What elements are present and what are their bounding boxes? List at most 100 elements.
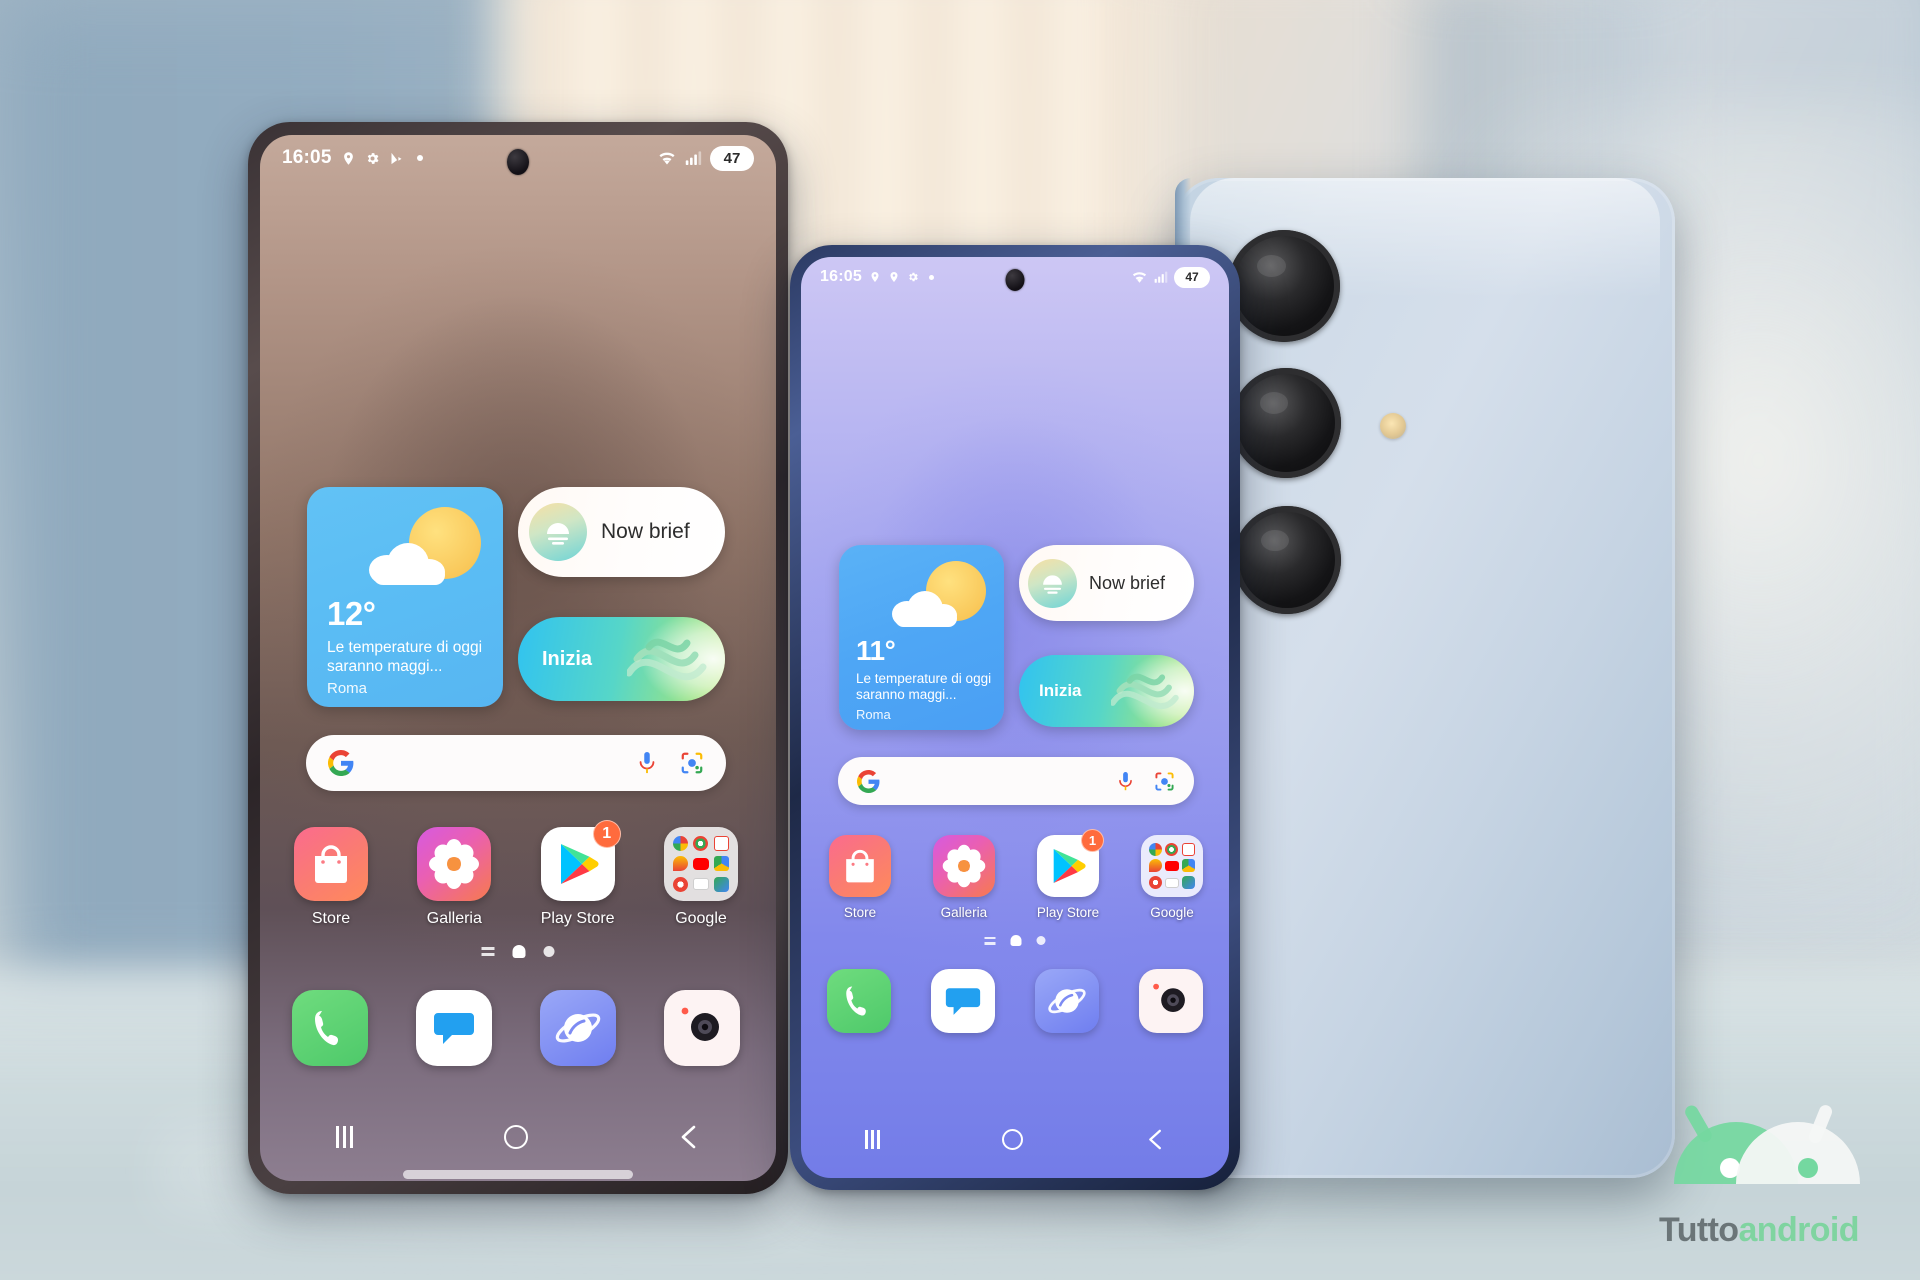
android-bugdroid-icon [1674,1105,1860,1184]
weather-cloud-icon [892,591,962,627]
camera-lens-2 [1231,368,1341,478]
app-label: Google [675,910,727,927]
back-icon[interactable] [1146,1128,1165,1151]
weather-widget[interactable]: 12° Le temperature di oggi saranno maggi… [307,487,503,707]
phone-icon[interactable] [292,990,368,1066]
app-store[interactable]: Store [829,835,891,920]
page-indicator-dot-glyph[interactable] [1036,936,1046,945]
weather-widget[interactable]: 11° Le temperature di oggi saranno maggi… [839,545,1004,730]
status-bar-left-group: 16:05 [820,268,934,286]
messages-icon[interactable] [416,990,492,1066]
inizia-widget[interactable]: Inizia [518,617,725,701]
google-folder-icon[interactable] [663,827,738,901]
recents-icon[interactable] [865,1129,880,1149]
microphone-icon[interactable] [636,751,658,775]
now-brief-widget[interactable]: Now brief [1019,545,1194,621]
phone-rear-view[interactable] [1175,178,1675,1178]
watermark: Tuttoandroid [1634,1064,1884,1254]
folder-app-google-icon [1148,842,1162,856]
app-play-store[interactable]: 1 Play Store [1036,829,1104,920]
weather-city: Roma [856,707,891,722]
app-google-folder[interactable]: Google [1141,835,1203,920]
wave-rings-icon [627,617,725,701]
weather-description: Le temperature di oggi saranno maggi... [856,671,992,703]
google-g-icon [328,750,354,776]
google-lens-icon[interactable] [1154,771,1175,792]
weather-temperature: 12° [327,595,376,632]
recents-icon[interactable] [336,1126,353,1148]
folder-app-drive-icon [713,856,729,872]
folder-app-gmail-icon [713,836,729,852]
app-label: Galleria [940,905,988,920]
home-icon[interactable] [1002,1128,1024,1150]
inizia-widget[interactable]: Inizia [1019,655,1194,727]
phone-icon[interactable] [827,969,891,1033]
samsung-internet-icon[interactable] [1035,969,1099,1033]
sunrise-icon [529,503,587,561]
gesture-handle[interactable] [403,1170,633,1179]
app-store[interactable]: Store [294,827,368,928]
samsung-store-icon[interactable] [829,835,891,897]
weather-cloud-icon [369,543,451,585]
folder-app-maps-icon [673,856,689,872]
inizia-label: Inizia [1039,681,1082,700]
now-brief-label: Now brief [601,520,690,543]
google-lens-icon[interactable] [680,751,704,775]
gallery-flower-icon[interactable] [932,835,995,897]
play-store-icon[interactable]: 1 [1036,829,1104,897]
home-icon[interactable] [503,1125,528,1149]
dot-icon [416,155,423,161]
messages-icon[interactable] [931,969,995,1033]
folder-app-gmail-icon [1182,842,1196,856]
page-indicator-lines-glyph[interactable] [481,947,495,956]
play-store-badge: 1 [1080,829,1104,852]
google-g-icon [857,769,880,793]
google-folder-icon[interactable] [1141,835,1203,897]
phone-middle[interactable]: 16:05 47 11° Le temperature di oggi sara… [790,245,1240,1190]
navigation-bar [801,1118,1229,1160]
app-galleria[interactable]: Galleria [932,835,995,920]
google-search-bar[interactable] [306,735,726,791]
battery-indicator: 47 [710,145,754,171]
app-google-folder[interactable]: Google [663,827,738,928]
phone-left-screen[interactable]: 16:05 47 12° Le temperature di oggi sara… [260,135,776,1181]
folder-app-youtube-icon [692,857,709,870]
front-camera-punchhole [507,149,529,175]
app-row: Store Galleria 1 Play Store Google [294,820,738,928]
app-label: Galleria [426,910,482,927]
gallery-flower-icon[interactable] [417,827,492,901]
folder-app-photos-icon [673,876,689,892]
play-store-icon[interactable]: 1 [540,820,621,901]
page-indicator-lines-glyph[interactable] [984,936,996,945]
camera-lens-3 [1233,506,1341,614]
page-indicator-home-glyph[interactable] [512,945,526,958]
app-row: Store Galleria 1 Play Store Google [829,829,1203,920]
google-search-bar[interactable] [838,757,1194,805]
back-icon[interactable] [678,1124,700,1150]
camera-icon[interactable] [664,990,740,1066]
app-galleria[interactable]: Galleria [417,827,492,928]
app-play-store[interactable]: 1 Play Store [540,820,621,928]
watermark-text: Tuttoandroid [1634,1211,1884,1250]
page-indicator[interactable] [481,945,555,958]
samsung-internet-icon[interactable] [540,990,616,1066]
samsung-store-icon[interactable] [294,827,368,901]
wave-rings-icon [1110,655,1194,727]
page-indicator-dot-glyph[interactable] [543,946,555,957]
inizia-label: Inizia [542,647,593,670]
page-indicator[interactable] [984,935,1046,946]
vpn-key-icon [391,152,402,164]
microphone-icon[interactable] [1116,771,1135,792]
camera-icon[interactable] [1139,969,1203,1033]
weather-city: Roma [327,680,368,697]
page-indicator-home-glyph[interactable] [1010,935,1022,946]
wifi-icon [659,152,675,165]
phone-middle-screen[interactable]: 16:05 47 11° Le temperature di oggi sara… [801,257,1229,1178]
status-bar-left-group: 16:05 [282,147,423,169]
folder-app-meet-icon [1164,877,1179,888]
navigation-bar [260,1113,776,1161]
phone-left[interactable]: 16:05 47 12° Le temperature di oggi sara… [248,122,788,1194]
app-label: Google [1150,905,1194,920]
front-camera-punchhole [1005,269,1025,291]
now-brief-widget[interactable]: Now brief [518,487,725,577]
